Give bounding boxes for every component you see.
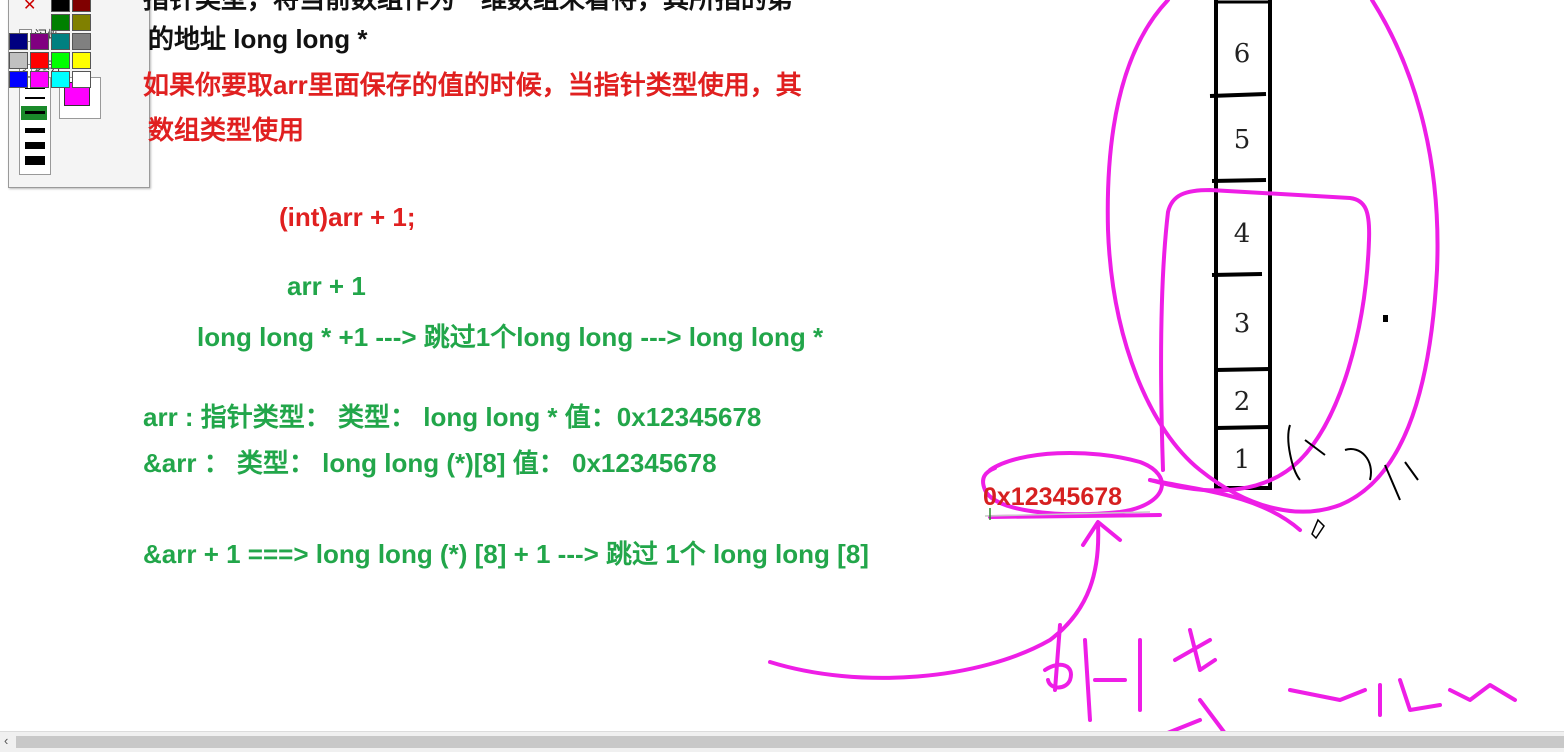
underline-bar (988, 513, 1162, 519)
color-swatch[interactable] (9, 33, 28, 50)
addr-type: &arr ： 类型： long long (*)[8] 值： 0x1234567… (143, 448, 717, 478)
array-divider (1211, 272, 1263, 277)
array-cell-label: 2 (1234, 387, 1251, 417)
pen-width-6[interactable] (25, 156, 45, 165)
color-swatch[interactable] (72, 52, 91, 69)
scrollbar-thumb[interactable] (16, 736, 1564, 748)
memory-diagram: 6 5 4 3 2 1 (768, 0, 1517, 742)
black-ink-scribble (1287, 424, 1419, 501)
color-swatch[interactable] (51, 0, 70, 12)
array-cell-label: 1 (1234, 445, 1251, 475)
pencil-cursor-icon (1311, 518, 1325, 540)
color-swatch[interactable] (51, 52, 70, 69)
array-cell-label: 5 (1234, 125, 1251, 155)
note-line-2: 如果你要取arr里面保存的值的时候，当指针类型使用，其 (143, 70, 802, 100)
connector-right (1148, 478, 1302, 532)
arr-type: arr : 指针类型： 类型： long long * 值：0x12345678 (143, 402, 762, 432)
outer-ellipse-stroke (1105, 0, 1440, 514)
scribble-left (1043, 623, 1142, 722)
expr-cast: (int)arr + 1; (279, 202, 416, 232)
curve-arrowhead (1081, 520, 1122, 547)
pink-ink-strokes (768, 0, 1517, 742)
pen-width-3[interactable] (25, 111, 45, 114)
note-line-1: 的地址 long long * (148, 24, 368, 54)
color-swatch[interactable] (30, 71, 49, 88)
array-column (1209, 0, 1388, 490)
color-swatch[interactable] (9, 71, 28, 88)
array-cell-labels: 6 5 4 3 2 1 (1234, 39, 1251, 475)
array-divider (1215, 425, 1271, 430)
color-swatch[interactable] (9, 52, 28, 69)
expr-step: long long * +1 ---> 跳过1个long long ---> l… (197, 322, 824, 352)
note-line-3: 数组类型使用 (148, 115, 305, 145)
array-divider (1209, 92, 1267, 98)
pen-toolbar: ✕ ⚙ 闪烁 ✓透明 (8, 0, 150, 188)
black-scribble (1287, 424, 1419, 501)
pen-width-4[interactable] (25, 128, 45, 133)
horizontal-scrollbar[interactable]: ‹ (0, 731, 1564, 752)
scribble-mid (1173, 628, 1217, 672)
color-swatch[interactable] (72, 14, 91, 31)
scroll-left-arrow-icon[interactable]: ‹ (4, 733, 8, 748)
pen-width-selector[interactable] (19, 77, 51, 175)
note-line-cut: 指针类型，将当前数组作为一维数组来看待，其所指的第 (143, 0, 793, 14)
expr-arr: arr + 1 (287, 271, 366, 301)
close-icon[interactable]: ✕ (23, 0, 36, 15)
pen-width-5[interactable] (25, 142, 45, 149)
array-divider (1215, 367, 1271, 372)
color-swatch[interactable] (72, 71, 91, 88)
array-divider (1211, 178, 1267, 183)
array-cell-label: 3 (1234, 309, 1251, 339)
addr-step: &arr + 1 ===> long long (*) [8] + 1 --->… (143, 539, 869, 569)
color-swatch[interactable] (30, 52, 49, 69)
address-label: 0x12345678 (983, 483, 1123, 511)
ink-dot (1383, 315, 1388, 322)
color-swatch[interactable] (72, 33, 91, 50)
scribble-right (1288, 678, 1517, 717)
array-cell-label: 4 (1234, 219, 1251, 249)
color-swatch[interactable] (51, 71, 70, 88)
pen-width-2[interactable] (25, 97, 45, 99)
color-swatch[interactable] (51, 14, 70, 31)
color-swatch[interactable] (51, 33, 70, 50)
array-cell-label: 6 (1234, 39, 1251, 69)
pen-width-1[interactable] (25, 88, 45, 89)
color-swatch[interactable] (72, 0, 91, 12)
color-swatch[interactable] (30, 33, 49, 50)
inner-rounded-box (1148, 188, 1372, 493)
